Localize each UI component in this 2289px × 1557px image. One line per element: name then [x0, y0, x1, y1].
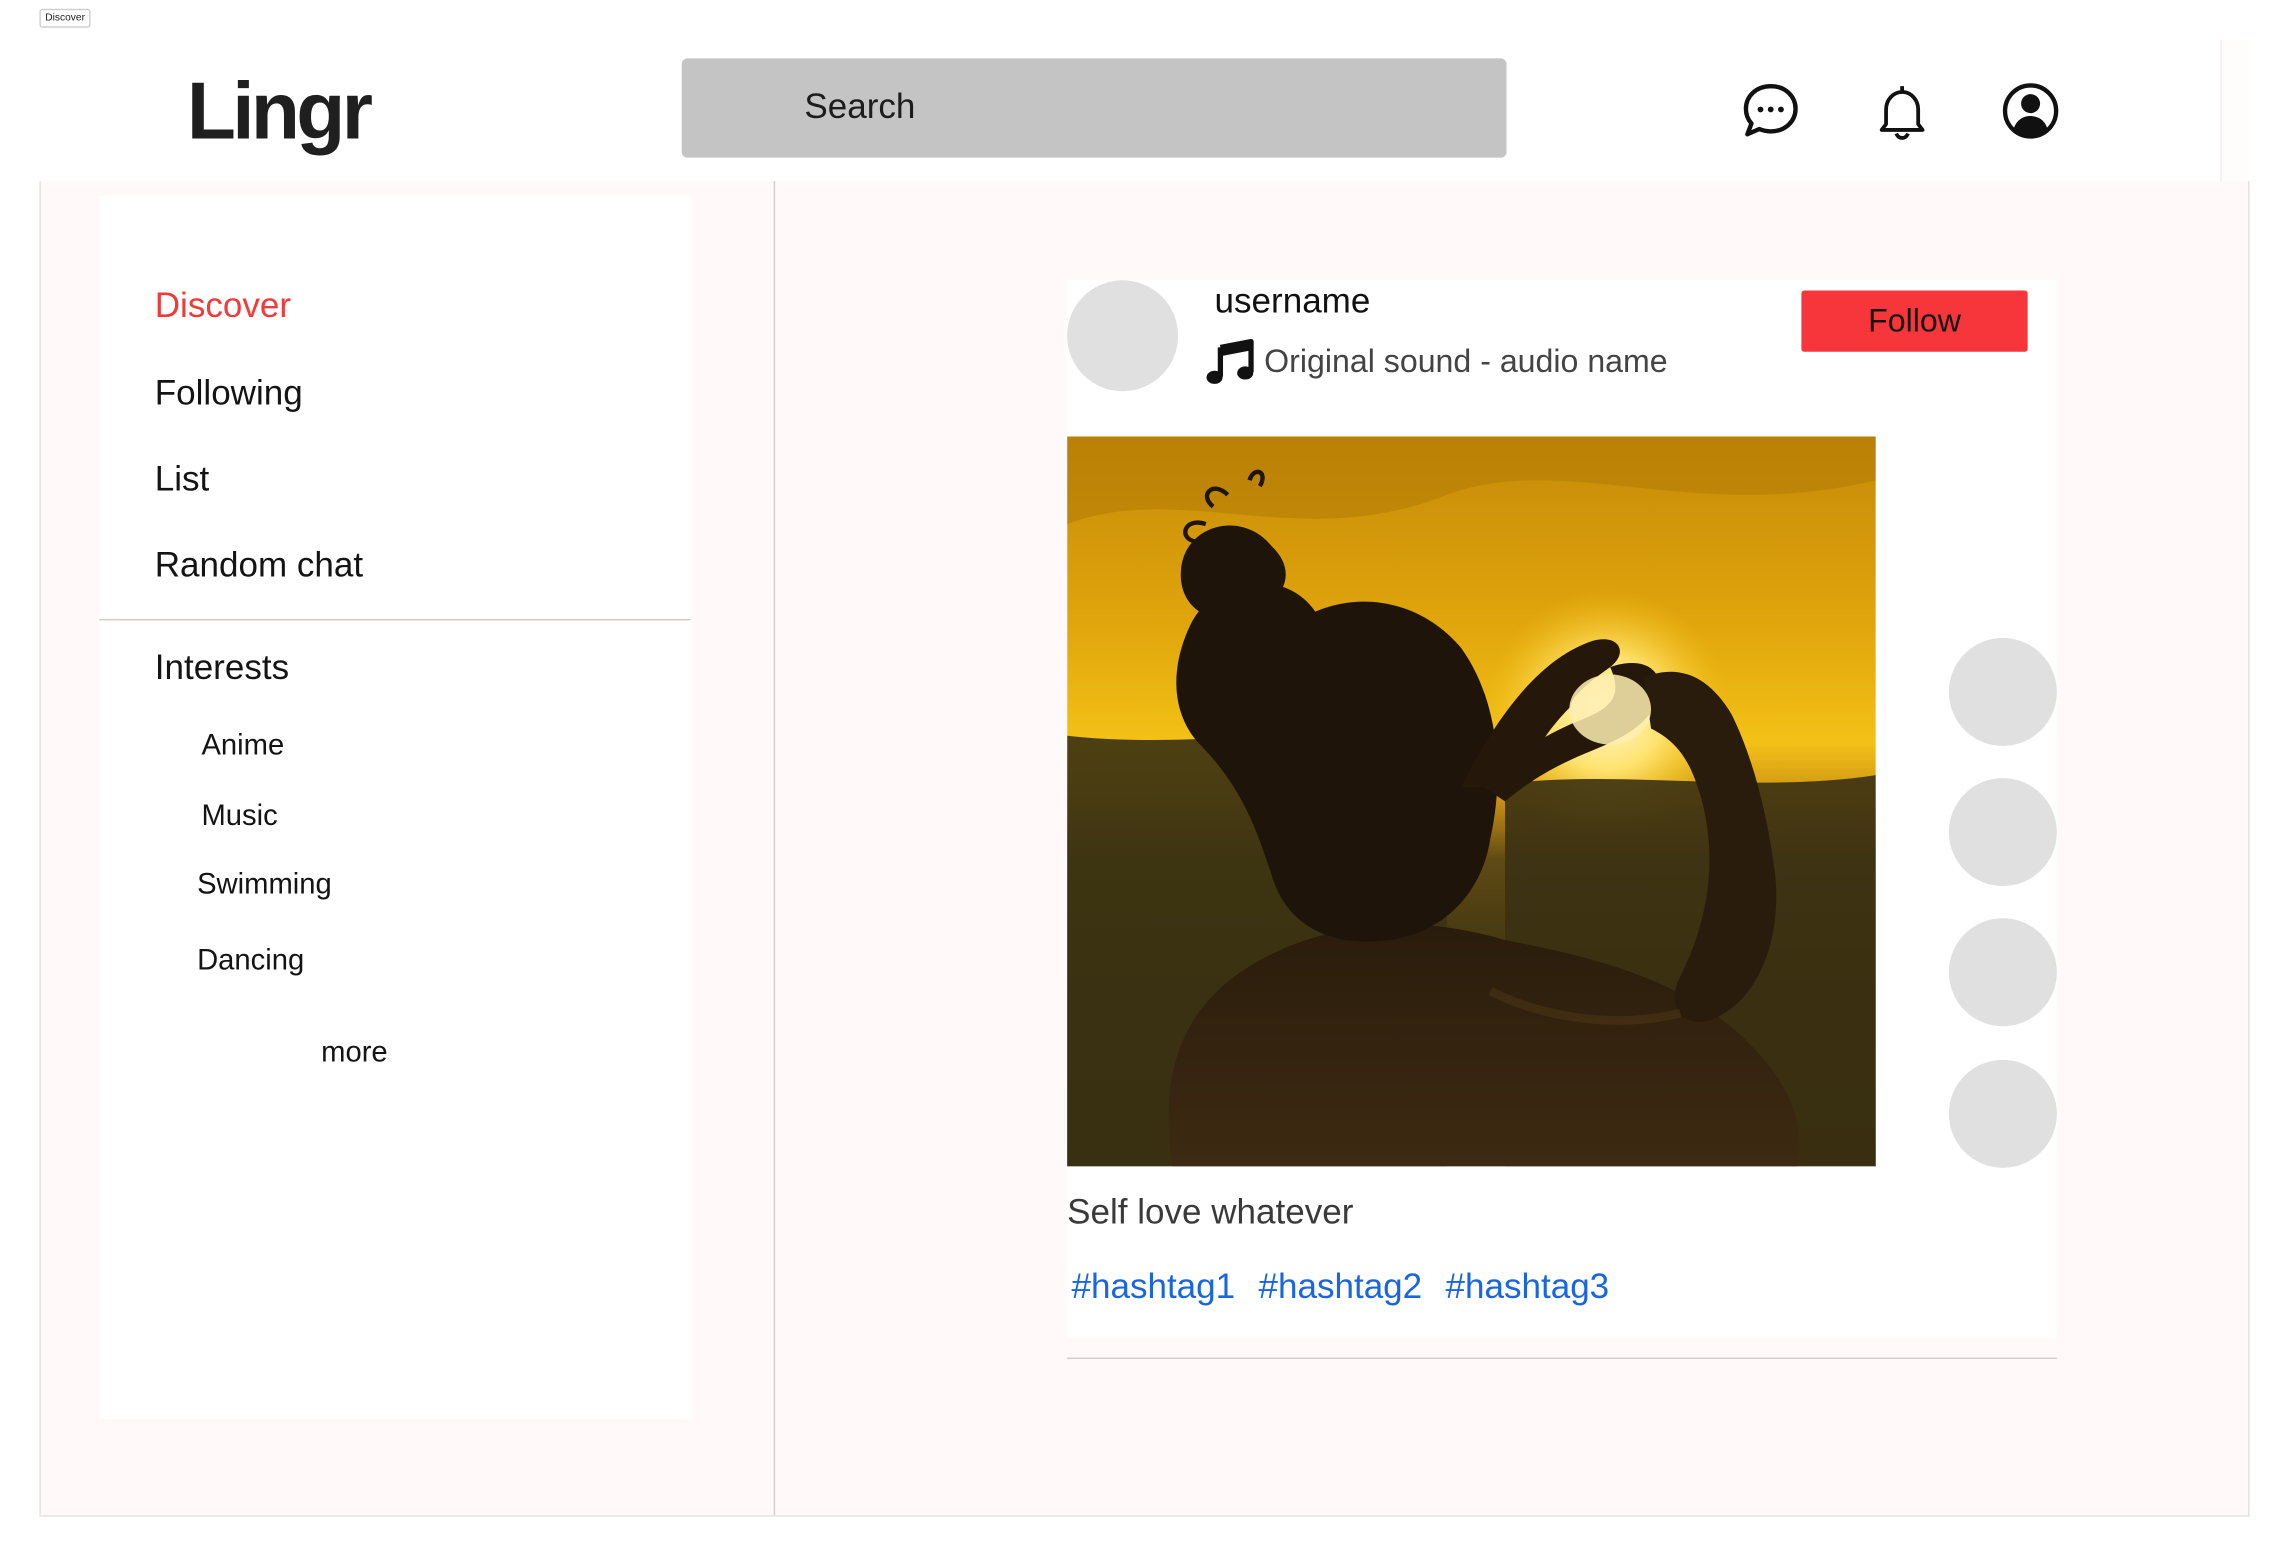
app-canvas: Discover Lingr Search Discover Following…	[0, 0, 2289, 1556]
bell-icon[interactable]	[1871, 80, 1932, 141]
audio-name: Original sound - audio name	[1264, 343, 1668, 380]
sidebar: Discover Following List Random chat Inte…	[99, 195, 691, 1419]
music-note-icon	[1206, 338, 1256, 386]
search-label: Search	[804, 87, 916, 128]
post-card: username Original sound - audio name Fol…	[1067, 280, 2057, 1339]
interests-heading: Interests	[154, 648, 290, 688]
nav-item-following[interactable]: Following	[155, 374, 303, 415]
interest-item-music[interactable]: Music	[201, 800, 277, 834]
sidebar-divider	[99, 618, 691, 621]
bookmark-button[interactable]	[1948, 918, 2057, 1027]
hashtag-list: #hashtag1 #hashtag2 #hashtag3	[1071, 1267, 1609, 1308]
avatar[interactable]	[1067, 280, 1179, 392]
audio-track[interactable]: Original sound - audio name	[1206, 338, 1668, 386]
hashtag-link[interactable]: #hashtag3	[1446, 1267, 1610, 1308]
chat-bubble-icon[interactable]	[1740, 80, 1801, 141]
post-divider	[1067, 1357, 2057, 1360]
header-edge	[2220, 39, 2250, 182]
post-image[interactable]	[1067, 436, 1876, 1167]
user-circle-icon[interactable]	[2000, 80, 2061, 141]
nav-item-discover[interactable]: Discover	[155, 286, 291, 327]
interest-item-swimming[interactable]: Swimming	[197, 869, 332, 903]
top-header: Lingr Search	[39, 39, 2250, 183]
app-logo[interactable]: Lingr	[187, 63, 373, 159]
share-button[interactable]	[1948, 1059, 2057, 1168]
hashtag-link[interactable]: #hashtag2	[1259, 1267, 1423, 1308]
like-button[interactable]	[1948, 637, 2057, 746]
nav-item-list[interactable]: List	[155, 460, 210, 501]
content-area: Discover Following List Random chat Inte…	[39, 181, 2250, 1517]
search-input[interactable]: Search	[681, 58, 1507, 158]
interest-item-dancing[interactable]: Dancing	[197, 944, 304, 978]
nav-item-random-chat[interactable]: Random chat	[155, 546, 363, 587]
frame-label: Discover	[39, 8, 91, 28]
post-caption: Self love whatever	[1067, 1192, 1354, 1233]
column-divider	[773, 181, 776, 1516]
post-username[interactable]: username	[1215, 282, 1371, 323]
follow-button[interactable]: Follow	[1801, 290, 2028, 352]
interest-item-anime[interactable]: Anime	[201, 730, 284, 764]
more-interests-link[interactable]: more	[321, 1036, 388, 1070]
comment-button[interactable]	[1948, 778, 2057, 887]
hashtag-link[interactable]: #hashtag1	[1071, 1267, 1235, 1308]
